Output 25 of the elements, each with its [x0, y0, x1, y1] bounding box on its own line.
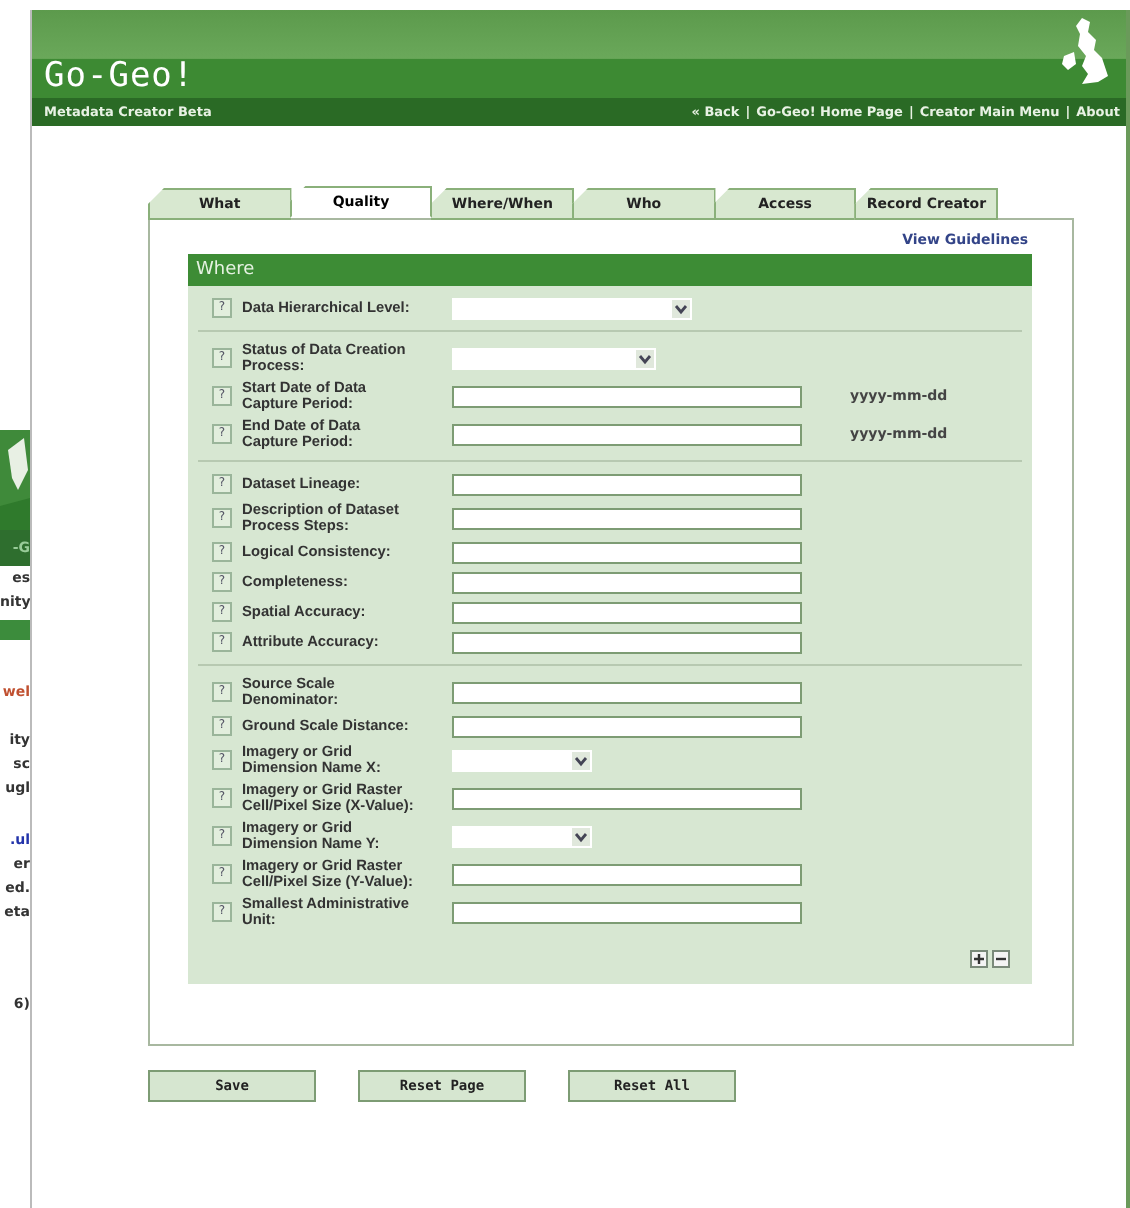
text-field[interactable]: [452, 631, 802, 653]
text-field[interactable]: [452, 715, 802, 737]
caret-icon: [672, 299, 690, 317]
add-button[interactable]: [970, 950, 988, 968]
island-map-icon: [1058, 16, 1110, 88]
caret-icon: [572, 751, 590, 769]
text-field[interactable]: [452, 787, 802, 809]
text-field[interactable]: [452, 423, 802, 445]
text-field[interactable]: [452, 507, 802, 529]
text-field[interactable]: [452, 601, 802, 623]
text-field[interactable]: [452, 385, 802, 407]
plus-icon: [974, 954, 984, 964]
text-field[interactable]: [452, 863, 802, 885]
caret-icon: [572, 827, 590, 845]
caret-icon: [636, 349, 654, 367]
section-bar: [0, 620, 30, 640]
text-field[interactable]: [452, 473, 802, 495]
text-field[interactable]: [452, 901, 802, 923]
site-title: Go-Geo!: [44, 58, 195, 94]
panel-title: Where: [188, 254, 1032, 286]
text-field[interactable]: [452, 541, 802, 563]
text-field[interactable]: [452, 681, 802, 703]
minus-icon: [996, 954, 1006, 964]
remove-button[interactable]: [992, 950, 1010, 968]
text-field[interactable]: [452, 571, 802, 593]
